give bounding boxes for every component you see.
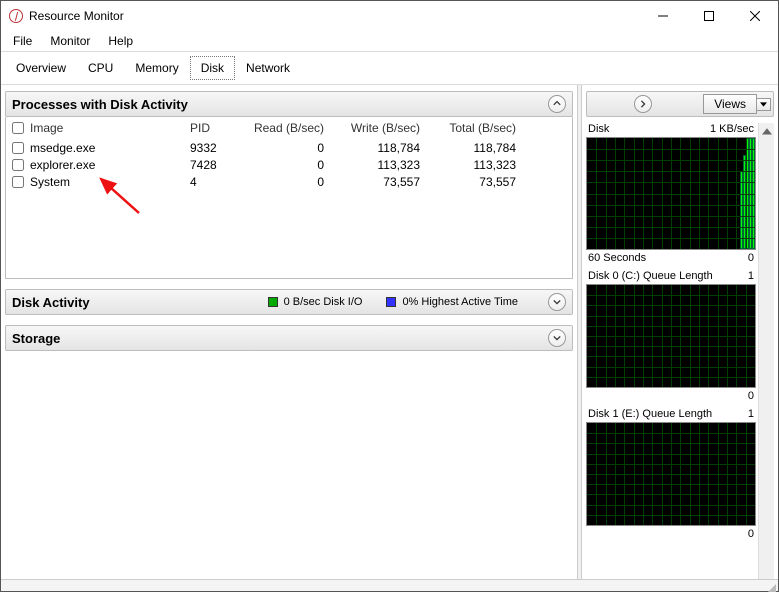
col-total[interactable]: Total (B/sec): [428, 121, 524, 135]
charts-column: Disk 1 KB/sec 60 Seconds 0: [586, 123, 758, 579]
maximize-button[interactable]: [686, 1, 732, 31]
collapse-right-pane-button[interactable]: [634, 95, 652, 113]
window-title: Resource Monitor: [29, 9, 124, 23]
cell-read: 0: [236, 175, 332, 189]
cell-read: 0: [236, 141, 332, 155]
section-title-storage: Storage: [12, 331, 60, 346]
app-icon: [9, 9, 23, 23]
select-all-checkbox[interactable]: [12, 122, 24, 134]
close-button[interactable]: [732, 1, 778, 31]
chart-canvas: [586, 422, 756, 526]
chart-xaxis-right: 0: [748, 528, 754, 540]
col-pid[interactable]: PID: [190, 121, 236, 135]
menu-file[interactable]: File: [5, 32, 40, 50]
cell-write: 113,323: [332, 158, 428, 172]
views-button[interactable]: Views: [703, 94, 757, 114]
expand-disk-activity-button[interactable]: [548, 293, 566, 311]
chart-disk: Disk 1 KB/sec 60 Seconds 0: [586, 123, 756, 264]
chart-canvas: [586, 137, 756, 250]
tab-cpu[interactable]: CPU: [77, 56, 124, 80]
chart-canvas: [586, 284, 756, 388]
cell-image: msedge.exe: [30, 141, 190, 155]
cell-pid: 9332: [190, 141, 236, 155]
process-table: Image PID Read (B/sec) Write (B/sec) Tot…: [5, 117, 573, 279]
chart-title: Disk: [588, 123, 609, 135]
menu-help[interactable]: Help: [100, 32, 141, 50]
tab-overview[interactable]: Overview: [5, 56, 77, 80]
right-scrollbar[interactable]: [758, 123, 774, 579]
views-button-group: Views: [703, 94, 771, 114]
titlebar: Resource Monitor: [1, 1, 778, 31]
chart-scale: 1: [748, 408, 754, 420]
legend-active-text: 0% Highest Active Time: [402, 296, 518, 308]
process-table-header: Image PID Read (B/sec) Write (B/sec) Tot…: [6, 117, 572, 139]
row-checkbox[interactable]: [12, 142, 24, 154]
statusbar: [1, 579, 778, 591]
expand-storage-button[interactable]: [548, 329, 566, 347]
cell-total: 73,557: [428, 175, 524, 189]
chart-scale: 1: [748, 270, 754, 282]
section-header-storage[interactable]: Storage: [5, 325, 573, 351]
cell-pid: 4: [190, 175, 236, 189]
disk-activity-legend: 0 B/sec Disk I/O 0% Highest Active Time: [268, 293, 566, 311]
col-write[interactable]: Write (B/sec): [332, 121, 428, 135]
chart-xaxis-right: 0: [748, 390, 754, 402]
chart-xaxis-right: 0: [748, 252, 754, 264]
cell-read: 0: [236, 158, 332, 172]
legend-io-text: 0 B/sec Disk I/O: [284, 296, 363, 308]
cell-write: 73,557: [332, 175, 428, 189]
table-row[interactable]: explorer.exe 7428 0 113,323 113,323: [6, 156, 572, 173]
menu-monitor[interactable]: Monitor: [42, 32, 98, 50]
cell-total: 113,323: [428, 158, 524, 172]
resource-monitor-window: Resource Monitor File Monitor Help Overv…: [0, 0, 779, 592]
window-controls: [640, 1, 778, 31]
views-dropdown-button[interactable]: [757, 98, 771, 111]
col-image[interactable]: Image: [30, 121, 190, 135]
cell-write: 118,784: [332, 141, 428, 155]
section-title-processes: Processes with Disk Activity: [12, 97, 188, 112]
row-checkbox[interactable]: [12, 159, 24, 171]
table-row[interactable]: System 4 0 73,557 73,557: [6, 173, 572, 190]
legend-swatch-green: [268, 297, 278, 307]
cell-image: explorer.exe: [30, 158, 190, 172]
menubar: File Monitor Help: [1, 31, 778, 51]
cell-image: System: [30, 175, 190, 189]
minimize-button[interactable]: [640, 1, 686, 31]
section-title-disk-activity: Disk Activity: [12, 295, 90, 310]
main-body: Processes with Disk Activity Image PID R…: [1, 85, 778, 579]
tab-network[interactable]: Network: [235, 56, 301, 80]
table-row[interactable]: msedge.exe 9332 0 118,784 118,784: [6, 139, 572, 156]
tabstrip: Overview CPU Memory Disk Network: [1, 51, 778, 85]
chart-disk0-queue: Disk 0 (C:) Queue Length 1 0: [586, 270, 756, 402]
tab-memory[interactable]: Memory: [124, 56, 189, 80]
resize-grip[interactable]: [764, 580, 778, 592]
section-header-disk-activity[interactable]: Disk Activity 0 B/sec Disk I/O 0% Highes…: [5, 289, 573, 315]
chart-scale: 1 KB/sec: [710, 123, 754, 135]
right-pane: Views Disk 1 KB/sec: [582, 85, 778, 579]
chart-disk1-queue: Disk 1 (E:) Queue Length 1 0: [586, 408, 756, 540]
cell-total: 118,784: [428, 141, 524, 155]
cell-pid: 7428: [190, 158, 236, 172]
row-checkbox[interactable]: [12, 176, 24, 188]
chart-title: Disk 1 (E:) Queue Length: [588, 408, 712, 420]
right-pane-header: Views: [586, 91, 774, 117]
tab-disk[interactable]: Disk: [190, 56, 235, 80]
left-pane: Processes with Disk Activity Image PID R…: [1, 85, 577, 579]
chart-xaxis-left: 60 Seconds: [588, 252, 646, 264]
col-read[interactable]: Read (B/sec): [236, 121, 332, 135]
collapse-processes-button[interactable]: [548, 95, 566, 113]
chart-title: Disk 0 (C:) Queue Length: [588, 270, 713, 282]
legend-swatch-blue: [386, 297, 396, 307]
section-header-processes[interactable]: Processes with Disk Activity: [5, 91, 573, 117]
